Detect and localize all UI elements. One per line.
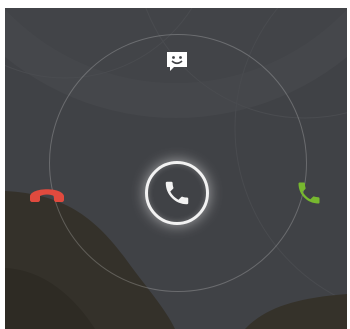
chat-bubble-smiley-icon [167,52,187,71]
phone-handset-icon [165,181,189,205]
call-handle-button[interactable] [145,161,209,225]
incoming-call-screen [5,8,347,329]
phone-hangup-icon [30,189,64,202]
send-message-target[interactable] [163,48,191,76]
decline-call-target[interactable] [27,178,67,208]
phone-handset-icon [298,182,320,204]
answer-call-target[interactable] [292,176,326,210]
